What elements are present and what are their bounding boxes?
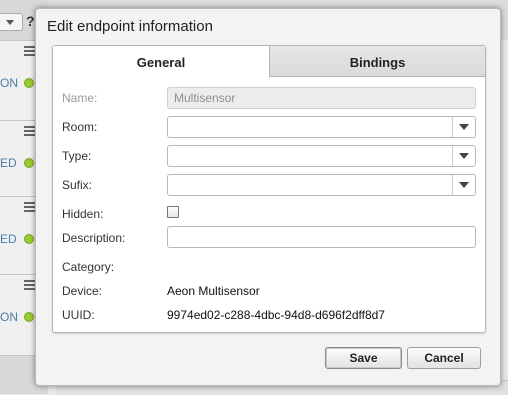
device-label: Device: [62, 284, 103, 298]
status-dot [24, 158, 34, 168]
sufix-select[interactable] [167, 174, 476, 196]
chevron-down-icon[interactable] [452, 146, 475, 166]
type-label: Type: [62, 149, 92, 163]
status-dot [24, 78, 34, 88]
device-state: ON [0, 76, 18, 90]
uuid-value: 9974ed02-c288-4dbc-94d8-d696f2dff8d7 [167, 308, 385, 322]
status-dot [24, 312, 34, 322]
description-input[interactable] [167, 226, 476, 248]
cancel-button[interactable]: Cancel [407, 347, 481, 369]
save-button[interactable]: Save [325, 347, 402, 369]
uuid-label: UUID: [62, 308, 95, 322]
help-icon[interactable]: ? [26, 13, 35, 29]
type-select[interactable] [167, 145, 476, 167]
chevron-down-icon[interactable] [452, 117, 475, 137]
hidden-label: Hidden: [62, 207, 104, 221]
chevron-down-icon[interactable] [452, 175, 475, 195]
category-label: Category: [62, 260, 115, 274]
background-dropdown[interactable] [0, 13, 23, 31]
tab-bar: General Bindings [53, 46, 485, 77]
tab-general[interactable]: General [53, 46, 269, 77]
tab-panel: General Bindings Name: Multisensor Room:… [52, 45, 486, 333]
edit-endpoint-dialog: Edit endpoint information General Bindin… [35, 8, 501, 386]
tab-bindings[interactable]: Bindings [269, 46, 485, 77]
name-field: Multisensor [167, 87, 476, 109]
room-select[interactable] [167, 116, 476, 138]
name-label: Name: [62, 91, 98, 105]
status-dot [24, 234, 34, 244]
device-state: ON [0, 310, 18, 324]
device-value: Aeon Multisensor [167, 284, 260, 298]
device-state: ED [0, 232, 17, 246]
description-label: Description: [62, 231, 126, 245]
dialog-title: Edit endpoint information [47, 18, 213, 35]
device-state: ED [0, 156, 17, 170]
sufix-label: Sufix: [62, 178, 93, 192]
room-label: Room: [62, 120, 98, 134]
hidden-checkbox[interactable] [167, 206, 179, 218]
